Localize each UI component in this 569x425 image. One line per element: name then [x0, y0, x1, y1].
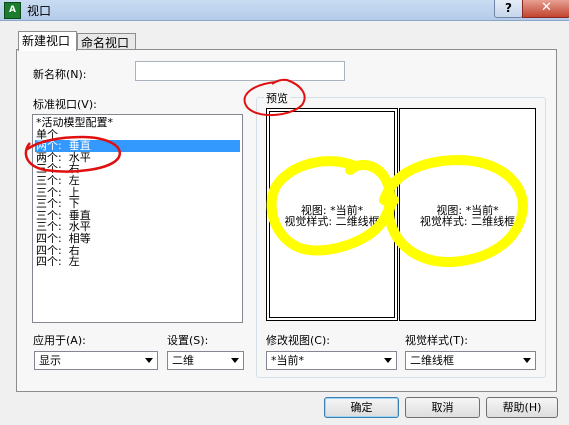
preview-label: 预览	[264, 90, 290, 106]
standard-viewports-list[interactable]: *活动模型配置* 单个 两个: 垂直 两个: 水平 三个: 右 三个: 左 三个…	[32, 114, 243, 323]
list-item[interactable]: 四个: 左	[35, 256, 240, 268]
apply-to-label: 应用于(A):	[33, 334, 86, 347]
list-item[interactable]: 四个: 相等	[35, 233, 240, 245]
setup-label: 设置(S):	[167, 334, 209, 347]
chevron-down-icon	[145, 358, 153, 363]
close-icon[interactable]: ✕	[522, 0, 569, 18]
title-bar: A 视口 ? ✕	[0, 0, 569, 21]
new-name-label: 新名称(N):	[33, 68, 87, 81]
preview-pane-left[interactable]: 视图: *当前* 视觉样式: 二维线框	[266, 108, 398, 321]
visual-style-select[interactable]: 二维线框	[405, 351, 536, 370]
preview-left-visual-style: 视觉样式: 二维线框	[284, 215, 380, 228]
chevron-down-icon	[523, 358, 531, 363]
ok-button[interactable]: 确定	[324, 397, 399, 418]
cancel-button[interactable]: 取消	[405, 397, 480, 418]
window-title: 视口	[27, 4, 52, 18]
setup-value: 二维	[172, 354, 194, 367]
change-view-value: *当前*	[271, 354, 304, 367]
visual-style-label: 视觉样式(T):	[405, 334, 469, 347]
help-icon[interactable]: ?	[494, 0, 523, 18]
setup-select[interactable]: 二维	[167, 351, 244, 370]
tab-new-viewports[interactable]: 新建视口	[18, 31, 77, 51]
apply-to-select[interactable]: 显示	[34, 351, 158, 370]
list-item[interactable]: 三个: 下	[35, 198, 240, 210]
list-item[interactable]: *活动模型配置*	[35, 117, 240, 129]
preview-right-visual-style: 视觉样式: 二维线框	[419, 215, 516, 228]
apply-to-value: 显示	[39, 354, 61, 367]
standard-viewports-label: 标准视口(V):	[33, 98, 97, 111]
change-view-select[interactable]: *当前*	[266, 351, 397, 370]
help-button[interactable]: 帮助(H)	[486, 397, 558, 418]
autocad-app-icon: A	[4, 2, 21, 19]
preview-pane-right[interactable]: 视图: *当前* 视觉样式: 二维线框	[399, 108, 536, 321]
list-item[interactable]: 三个: 左	[35, 175, 240, 187]
change-view-label: 修改视图(C):	[266, 334, 330, 347]
chevron-down-icon	[384, 358, 392, 363]
visual-style-value: 二维线框	[410, 354, 454, 367]
new-name-input[interactable]	[135, 61, 345, 81]
chevron-down-icon	[231, 358, 239, 363]
